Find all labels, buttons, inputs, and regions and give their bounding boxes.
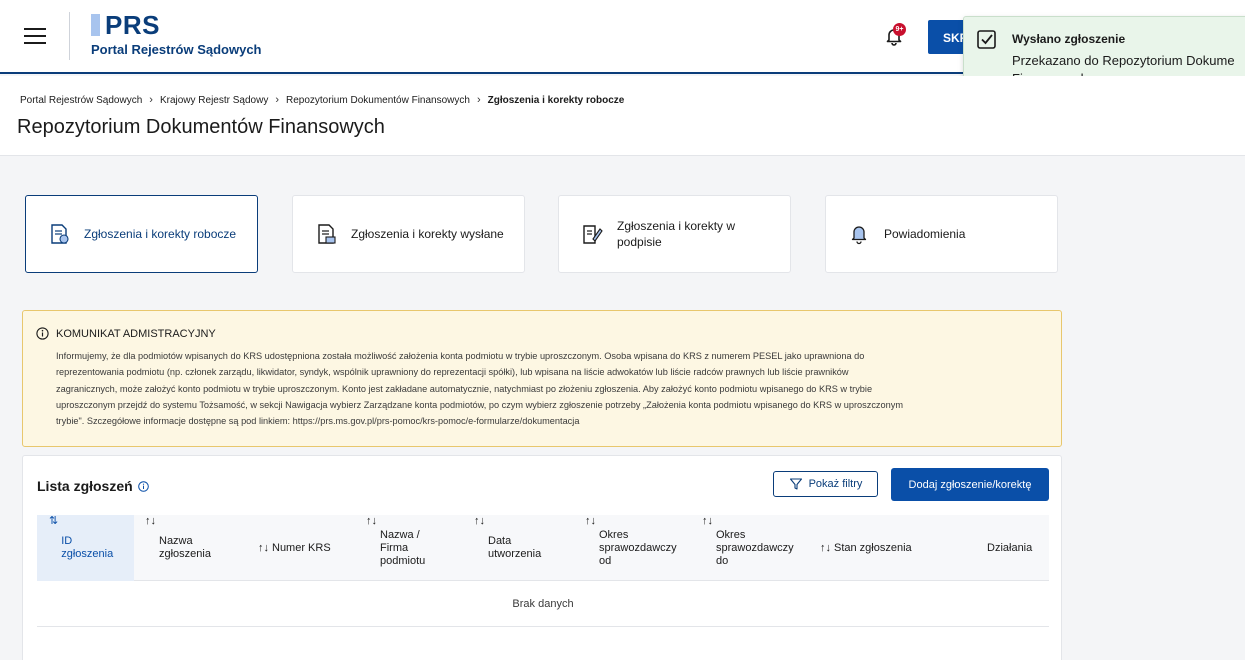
check-square-icon: [977, 30, 996, 49]
list-title-text: Lista zgłoszeń: [37, 478, 133, 494]
sort-icon: ↑↓: [820, 541, 831, 554]
info-icon[interactable]: [137, 480, 149, 492]
column-header-line: zgłoszenia: [159, 548, 211, 560]
column-header-status[interactable]: ↑↓ Stan zgłoszenia: [820, 515, 940, 581]
tile-label-line: podpisie: [617, 235, 662, 249]
column-header-line: Stan zgłoszenia: [834, 541, 912, 554]
column-header-line: do: [716, 554, 729, 567]
admin-notice: KOMUNIKAT ADMISTRACYJNY Informujemy, że …: [22, 310, 1062, 447]
column-header-company[interactable]: ↑↓ Nazwa / Firma podmiotu: [366, 515, 466, 581]
sort-icon: ↑↓: [702, 515, 713, 527]
notice-line: uproszczonym przejdź do systemu Tożsamoś…: [56, 399, 903, 410]
filter-icon: [789, 478, 802, 490]
list-title: Lista zgłoszeń: [37, 478, 149, 494]
notice-header: KOMUNIKAT ADMISTRACYJNY: [36, 327, 216, 340]
sort-icon: ↑↓: [366, 515, 377, 527]
notice-line: Informujemy, że dla podmiotów wpisanych …: [56, 351, 865, 361]
column-header-line: Okres: [599, 528, 629, 541]
column-header-id[interactable]: ⇅ ID zgłoszenia: [37, 515, 134, 581]
sort-icon: ↑↓: [585, 515, 596, 527]
column-header-name[interactable]: ↑↓ Nazwa zgłoszenia: [145, 515, 245, 581]
column-header-line: Działania: [987, 541, 1033, 554]
column-header-line: podmiotu: [380, 554, 426, 567]
chevron-right-icon: ›: [476, 94, 481, 106]
logo-subtitle[interactable]: Portal Rejestrów Sądowych: [91, 42, 262, 57]
sort-icon: ↑↓: [258, 541, 269, 554]
tile-label: Zgłoszenia i korekty wysłane: [351, 227, 504, 241]
column-header-line: Data: [488, 535, 512, 547]
show-filters-button[interactable]: Pokaż filtry: [773, 471, 878, 497]
sort-icon: ↑↓: [145, 515, 156, 527]
column-header-line: utworzenia: [488, 548, 542, 560]
draft-document-icon: [51, 224, 69, 244]
column-header-line: od: [599, 554, 612, 567]
logo-text[interactable]: PRS: [105, 10, 160, 41]
column-header-line: sprawozdawczy: [599, 541, 677, 554]
chevron-right-icon: ›: [275, 94, 279, 106]
add-submission-button[interactable]: Dodaj zgłoszenie/korektę: [891, 468, 1049, 501]
empty-state: Brak danych: [37, 582, 1049, 627]
chevron-right-icon: ›: [149, 94, 153, 106]
tile-sent[interactable]: Zgłoszenia i korekty wysłane: [292, 195, 525, 273]
tile-label: Zgłoszenia i korekty robocze: [84, 227, 237, 241]
title-section: Portal Rejestrów Sądowych › Krajowy Reje…: [0, 76, 1245, 156]
breadcrumb-link[interactable]: Repozytorium Dokumentów Finansowych: [286, 95, 470, 106]
column-header-created[interactable]: ↑↓ Data utworzenia: [474, 515, 574, 581]
column-header-line: Nazwa: [159, 535, 193, 547]
tile-label: Powiadomienia: [884, 227, 966, 241]
notice-title: KOMUNIKAT ADMISTRACYJNY: [56, 327, 216, 340]
column-header-line: Numer KRS: [272, 541, 331, 554]
column-header-krs[interactable]: ↑↓ Numer KRS: [258, 515, 358, 581]
breadcrumb-link[interactable]: Krajowy Rejestr Sądowy: [160, 95, 268, 106]
column-header-line: Nazwa /: [380, 528, 420, 541]
toast-title: Wysłano zgłoszenie: [1012, 32, 1126, 46]
breadcrumb-current: Zgłoszenia i korekty robocze: [487, 94, 625, 106]
sort-icon: ⇅: [49, 515, 59, 527]
show-filters-label: Pokaż filtry: [808, 478, 863, 490]
sort-icon: ↑↓: [474, 515, 485, 527]
notice-line: zagranicznych, może założyć konto podmio…: [56, 383, 873, 394]
page-title: Repozytorium Dokumentów Finansowych: [17, 116, 385, 138]
breadcrumb: Portal Rejestrów Sądowych › Krajowy Reje…: [20, 94, 624, 106]
sent-document-icon: [318, 224, 336, 244]
column-header-period-from[interactable]: ↑↓ Okres sprawozdawczy od: [585, 515, 695, 581]
notice-line: trybie". Szczegółowe informacje dostępne…: [56, 416, 580, 427]
bell-icon: [851, 226, 867, 245]
menu-icon[interactable]: [24, 28, 46, 44]
table-header: ⇅ ID zgłoszenia ↑↓ Nazwa zgłoszenia ↑↓ Num…: [37, 515, 1049, 581]
submissions-list-panel: Lista zgłoszeń Pokaż filtry Dodaj zgłosz…: [22, 455, 1062, 660]
column-header-actions: Działania: [987, 515, 1049, 581]
column-header-period-to[interactable]: ↑↓ Okres sprawozdawczy do: [702, 515, 812, 581]
header-divider: [69, 12, 70, 60]
column-header-line: Firma: [380, 541, 409, 554]
column-header-line: sprawozdawczy: [716, 541, 794, 554]
logo-mark: [91, 14, 100, 36]
column-header-line: ID: [61, 535, 73, 547]
tile-label: Zgłoszenia i korekty w podpisie: [617, 218, 735, 250]
tile-signature[interactable]: Zgłoszenia i korekty w podpisie: [558, 195, 791, 273]
toast-message-line: Przekazano do Repozytorium Dokume: [1012, 53, 1235, 68]
notice-body: Informujemy, że dla podmiotów wpisanych …: [56, 348, 1051, 429]
tile-notifications[interactable]: Powiadomienia: [825, 195, 1058, 273]
tile-drafts[interactable]: Zgłoszenia i korekty robocze: [25, 195, 258, 273]
breadcrumb-link[interactable]: Portal Rejestrów Sądowych: [20, 95, 142, 106]
info-icon: [36, 327, 49, 340]
notice-line: reprezentowania podmiotu (np. członek za…: [56, 367, 849, 378]
tile-label-line: Zgłoszenia i korekty w: [617, 219, 736, 233]
notification-badge: 9+: [893, 23, 906, 36]
column-header-line: zgłoszenia: [61, 548, 114, 560]
column-header-line: Okres: [716, 528, 746, 541]
signature-document-icon: [583, 225, 603, 244]
